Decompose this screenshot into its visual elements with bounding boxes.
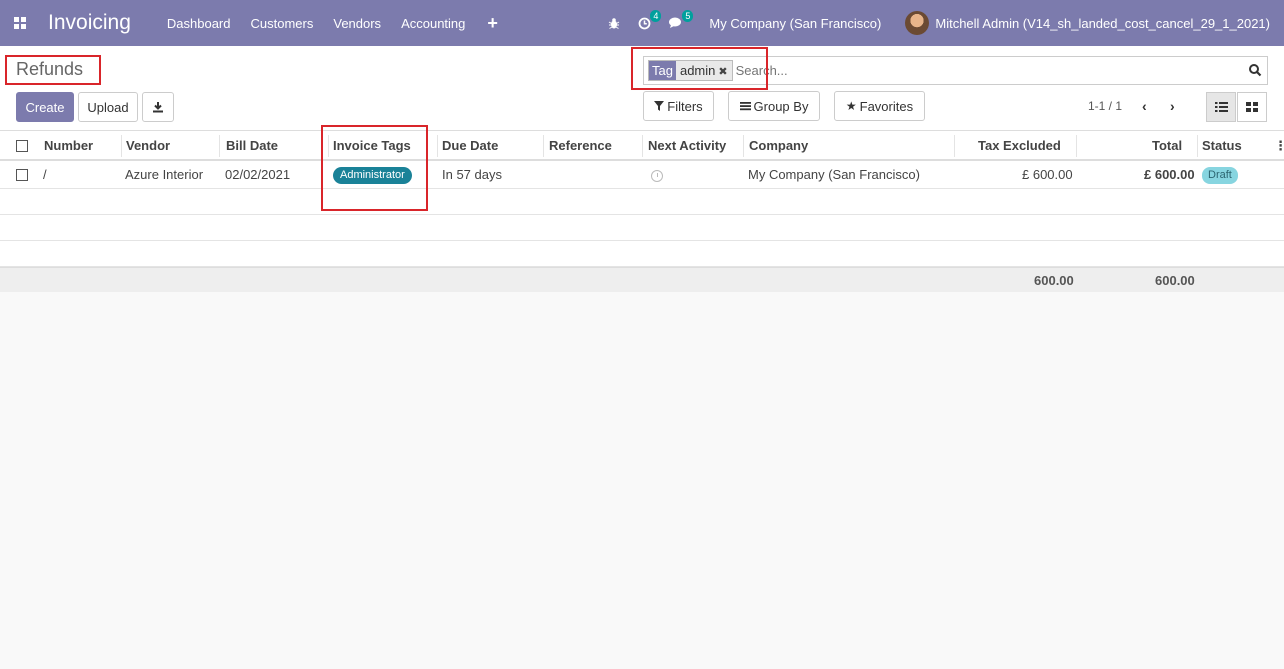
optional-columns-icon[interactable]: ⋮ [1274,131,1284,160]
highlight-box-breadcrumb [5,55,101,85]
highlight-box-invoice-tags [321,125,428,211]
group-by-icon [739,102,751,111]
groupby-button[interactable]: Group By [728,91,820,121]
cell-vendor: Azure Interior [125,167,204,182]
search-input[interactable] [735,63,1216,78]
download-icon [153,102,163,113]
empty-row [0,215,1284,241]
list-view-button[interactable] [1206,92,1236,122]
col-next-activity[interactable]: Next Activity [648,131,726,160]
column-separator [954,135,955,157]
table-row[interactable]: / Azure Interior 02/02/2021 Administrato… [0,161,1284,189]
row-checkbox[interactable] [16,169,28,181]
groupby-label: Group By [753,98,809,114]
col-due-date[interactable]: Due Date [442,131,498,160]
filter-icon [654,101,665,111]
user-menu[interactable]: Mitchell Admin (V14_sh_landed_cost_cance… [935,16,1270,31]
top-navbar: Invoicing Dashboard Customers Vendors Ac… [0,0,1284,46]
favorites-button[interactable]: ★ Favorites [834,91,925,121]
download-button[interactable] [142,92,174,122]
favorites-label: Favorites [859,98,914,114]
column-separator [1197,135,1198,157]
message-count-badge: 5 [682,10,694,22]
app-title[interactable]: Invoicing [48,11,131,35]
cell-number: / [43,167,47,182]
pager-value[interactable]: 1-1 / 1 [1088,99,1122,113]
kanban-view-button[interactable] [1237,92,1267,122]
star-icon: ★ [845,99,857,113]
cell-bill-date: 02/02/2021 [225,167,291,182]
create-button[interactable]: Create [16,92,74,122]
select-all-checkbox[interactable] [16,140,28,152]
filters-button[interactable]: Filters [643,91,714,121]
user-avatar[interactable] [905,11,930,35]
main-menu: Dashboard Customers Vendors Accounting [167,16,486,31]
table-header: Number Vendor Bill Date Invoice Tags Due… [0,131,1284,161]
table-footer: 600.00 600.00 [0,267,1284,292]
plus-icon[interactable]: + [487,13,498,34]
empty-row [0,189,1284,215]
column-separator [121,135,122,157]
column-separator [642,135,643,157]
messages-icon[interactable]: 5 [669,10,694,29]
cell-tax-excluded: £ 600.00 [1022,167,1073,182]
pager-next-icon[interactable]: › [1170,98,1175,114]
footer-total: 600.00 [1155,273,1195,288]
kanban-view-icon [1246,102,1258,112]
status-badge: Draft [1202,167,1238,184]
list-view-icon [1214,102,1228,112]
col-reference[interactable]: Reference [549,131,612,160]
filters-label: Filters [667,98,703,114]
column-separator [1076,135,1077,157]
apps-menu-icon[interactable] [12,15,28,31]
bug-icon[interactable] [608,17,620,30]
footer-tax-excluded: 600.00 [1034,273,1074,288]
activity-clock-icon[interactable] [651,170,663,182]
col-number[interactable]: Number [44,131,93,160]
col-vendor[interactable]: Vendor [126,131,170,160]
highlight-box-search-facet [631,47,768,90]
menu-dashboard[interactable]: Dashboard [167,16,231,31]
column-separator [437,135,438,157]
col-tax-excluded[interactable]: Tax Excluded [978,131,1061,160]
menu-vendors[interactable]: Vendors [333,16,381,31]
activity-clock-icon[interactable]: 4 [638,9,662,30]
upload-button[interactable]: Upload [78,92,138,122]
cell-total: £ 600.00 [1144,167,1195,182]
col-total[interactable]: Total [1152,131,1182,160]
column-separator [219,135,220,157]
col-company[interactable]: Company [749,131,808,160]
menu-customers[interactable]: Customers [251,16,314,31]
col-bill-date[interactable]: Bill Date [226,131,278,160]
column-separator [743,135,744,157]
search-icon[interactable] [1248,63,1262,77]
pager-previous-icon[interactable]: ‹ [1142,98,1147,114]
menu-accounting[interactable]: Accounting [401,16,465,31]
empty-row [0,241,1284,267]
cell-due-date: In 57 days [442,167,502,182]
company-switcher[interactable]: My Company (San Francisco) [709,16,881,31]
col-status[interactable]: Status [1202,131,1242,160]
column-separator [543,135,544,157]
systray: 4 5 My Company (San Francisco) Mitchell … [608,0,1270,46]
activity-count-badge: 4 [650,9,662,22]
cell-company: My Company (San Francisco) [748,167,920,182]
control-panel: Refunds Create Upload Tag admin✖ Filters… [0,46,1284,131]
